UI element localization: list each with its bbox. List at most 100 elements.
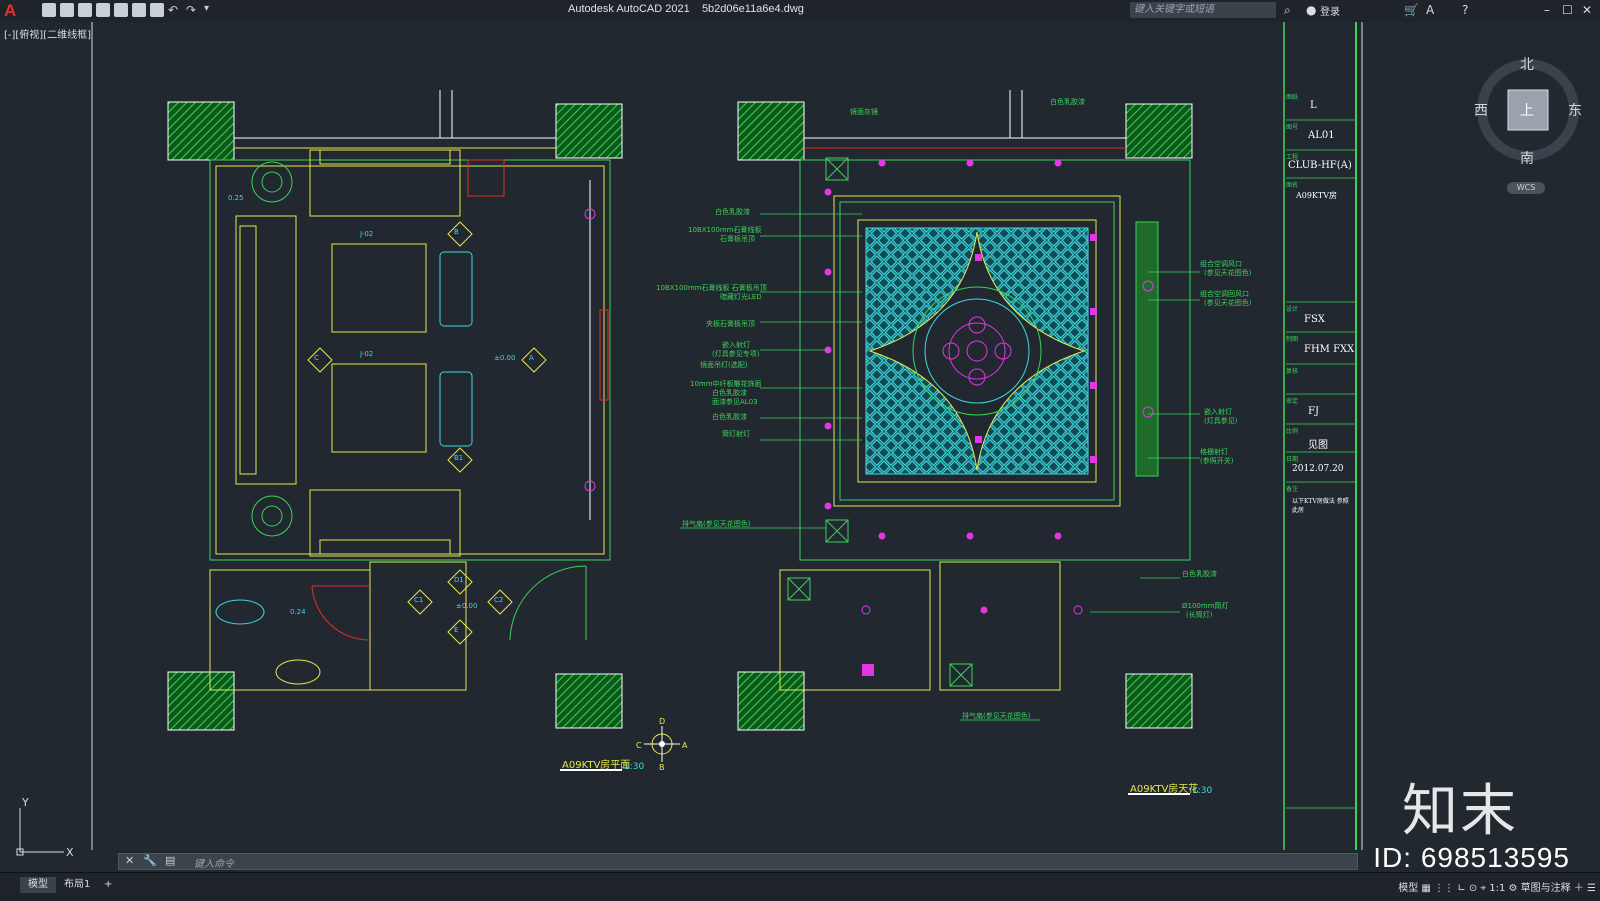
- close-icon[interactable]: ✕: [1582, 3, 1592, 17]
- a360-icon[interactable]: A: [1426, 3, 1434, 17]
- help-icon[interactable]: ?: [1462, 3, 1468, 17]
- cad-drawing: B C A B1 C1 D1 C2 E J-02 J-02 0.25 0.24 …: [16, 22, 1579, 856]
- svg-text:筒灯射灯: 筒灯射灯: [722, 429, 750, 438]
- svg-text:(参见天花图色): (参见天花图色): [1204, 268, 1252, 277]
- svg-text:白色乳胶漆: 白色乳胶漆: [1050, 97, 1085, 106]
- close-command-icon[interactable]: ✕: [125, 854, 134, 867]
- svg-text:C: C: [314, 354, 319, 362]
- svg-text:D: D: [659, 717, 665, 726]
- tab-add[interactable]: +: [96, 877, 120, 893]
- redo-icon[interactable]: ↷: [186, 3, 200, 17]
- svg-text:白色乳胶漆: 白色乳胶漆: [715, 207, 750, 216]
- ucs-icon: [16, 808, 64, 856]
- viewcube-north[interactable]: 北: [1520, 54, 1534, 74]
- title-bar: A ↶ ↷ ▾ Autodesk AutoCAD 2021 5b2d06e11a…: [0, 0, 1600, 23]
- plot-icon[interactable]: [132, 3, 146, 17]
- svg-text:嵌入射灯: 嵌入射灯: [722, 340, 750, 349]
- publish-icon[interactable]: [114, 3, 128, 17]
- svg-text:镜面吊灯(选配): 镜面吊灯(选配): [700, 360, 748, 369]
- quick-access-toolbar: ↶ ↷ ▾: [42, 3, 218, 19]
- plan-left-scale: 1:30: [624, 762, 645, 772]
- workspace-gear-icon[interactable]: ⚙: [1509, 883, 1518, 894]
- svg-text:(灯具参见专项): (灯具参见专项): [712, 349, 760, 358]
- svg-text:镜面灰镜: 镜面灰镜: [850, 107, 878, 116]
- viewcube-east[interactable]: 东: [1568, 100, 1582, 120]
- svg-text:X: X: [66, 846, 74, 856]
- user-icon[interactable]: ●: [1306, 3, 1316, 17]
- workspace-switch[interactable]: 草图与注释: [1521, 883, 1571, 894]
- viewport-label[interactable]: [-][俯视][二维线框]: [4, 26, 91, 41]
- status-bar: 模型 布局1 + 模型 ▦ ⋮⋮ ∟ ⊙ ⌖ 1:1 ⚙ 草图与注释 ＋ ☰: [0, 872, 1600, 901]
- tab-layout1[interactable]: 布局1: [56, 877, 98, 893]
- svg-text:J-02: J-02: [359, 350, 373, 358]
- login-link[interactable]: 登录: [1320, 3, 1340, 18]
- svg-text:(参照开关): (参照开关): [1200, 456, 1234, 465]
- plan-right-title: A09KTV房天花: [1130, 784, 1199, 795]
- svg-text:暗藏灯光LED: 暗藏灯光LED: [720, 292, 762, 301]
- status-tools: 模型 ▦ ⋮⋮ ∟ ⊙ ⌖ 1:1 ⚙ 草图与注释 ＋ ☰: [1398, 879, 1596, 894]
- svg-text:10BX100mm石膏线板 石膏板吊顶: 10BX100mm石膏线板 石膏板吊顶: [656, 283, 767, 292]
- svg-text:A: A: [529, 354, 534, 362]
- svg-text:排气扇(参见天花图色): 排气扇(参见天花图色): [682, 519, 751, 528]
- open-icon[interactable]: [60, 3, 74, 17]
- search-input[interactable]: 键入关键字或短语: [1130, 2, 1276, 18]
- model-space-button[interactable]: 模型: [1398, 883, 1418, 894]
- svg-text:排气扇(参见天花图色): 排气扇(参见天花图色): [962, 711, 1031, 720]
- recent-commands-icon[interactable]: ▤: [165, 854, 175, 867]
- svg-text:白色乳胶漆: 白色乳胶漆: [712, 412, 747, 421]
- svg-text:石膏板吊顶: 石膏板吊顶: [720, 234, 755, 243]
- svg-text:Ø100mm筒灯: Ø100mm筒灯: [1182, 601, 1229, 610]
- svg-text:0.24: 0.24: [290, 608, 306, 616]
- customize-icon[interactable]: ▾: [204, 3, 218, 17]
- tab-model[interactable]: 模型: [20, 877, 56, 893]
- app-name: Autodesk AutoCAD 2021: [568, 3, 690, 15]
- annotation-scale[interactable]: 1:1: [1489, 883, 1505, 894]
- svg-text:C1: C1: [414, 596, 423, 604]
- plan-left-title: A09KTV房平面: [562, 760, 631, 771]
- search-icon[interactable]: ⌕: [1284, 3, 1291, 18]
- svg-text:E: E: [454, 626, 458, 634]
- save-icon[interactable]: [78, 3, 92, 17]
- customize-command-icon[interactable]: 🔧: [143, 854, 157, 867]
- wcs-menu[interactable]: WCS: [1507, 182, 1545, 194]
- ortho-icon[interactable]: ∟: [1457, 883, 1465, 894]
- command-input[interactable]: 键入命令: [194, 855, 234, 870]
- save-as-icon[interactable]: [96, 3, 110, 17]
- print-icon[interactable]: [150, 3, 164, 17]
- viewcube-top[interactable]: 上: [1520, 100, 1534, 120]
- snap-icon[interactable]: ⋮⋮: [1434, 883, 1454, 894]
- svg-text:Y: Y: [21, 796, 29, 809]
- viewcube-south[interactable]: 南: [1520, 148, 1534, 168]
- svg-text:面漆参见AL03: 面漆参见AL03: [712, 397, 758, 406]
- svg-text:C: C: [636, 741, 642, 750]
- viewcube-west[interactable]: 西: [1474, 100, 1488, 120]
- svg-text:A: A: [682, 741, 688, 750]
- drawing-area[interactable]: B C A B1 C1 D1 C2 E J-02 J-02 0.25 0.24 …: [0, 22, 1600, 856]
- file-name: 5b2d06e11a6e4.dwg: [701, 3, 804, 15]
- polar-icon[interactable]: ⊙: [1469, 883, 1477, 894]
- svg-text:组合空调风口: 组合空调风口: [1200, 259, 1242, 268]
- osnap-icon[interactable]: ⌖: [1480, 883, 1486, 894]
- svg-text:±0.00: ±0.00: [494, 354, 515, 362]
- svg-text:B: B: [659, 763, 665, 772]
- svg-text:10mm中纤板雕花饰面: 10mm中纤板雕花饰面: [690, 379, 762, 388]
- new-icon[interactable]: [42, 3, 56, 17]
- svg-text:白色乳胶漆: 白色乳胶漆: [1182, 569, 1217, 578]
- maximize-icon[interactable]: ☐: [1562, 3, 1573, 17]
- svg-text:(参见天花图色): (参见天花图色): [1204, 298, 1252, 307]
- svg-text:B: B: [454, 228, 459, 236]
- undo-icon[interactable]: ↶: [168, 3, 182, 17]
- svg-text:10BX100mm石膏线板: 10BX100mm石膏线板: [688, 225, 762, 234]
- cart-icon[interactable]: 🛒: [1404, 3, 1419, 17]
- grid-icon[interactable]: ▦: [1421, 883, 1430, 894]
- svg-text:J-02: J-02: [359, 230, 373, 238]
- autocad-logo-icon[interactable]: A: [4, 1, 16, 21]
- minimize-icon[interactable]: –: [1544, 3, 1550, 17]
- svg-text:夹板石膏板吊顶: 夹板石膏板吊顶: [706, 319, 755, 328]
- svg-text:嵌入射灯: 嵌入射灯: [1204, 407, 1232, 416]
- menu-icon[interactable]: ☰: [1587, 883, 1596, 894]
- svg-text:白色乳胶漆: 白色乳胶漆: [712, 388, 747, 397]
- plus-icon[interactable]: ＋: [1574, 883, 1584, 894]
- brand-watermark: 知末: [1402, 779, 1518, 844]
- command-line[interactable]: ✕ 🔧 ▤ 键入命令: [118, 853, 1358, 870]
